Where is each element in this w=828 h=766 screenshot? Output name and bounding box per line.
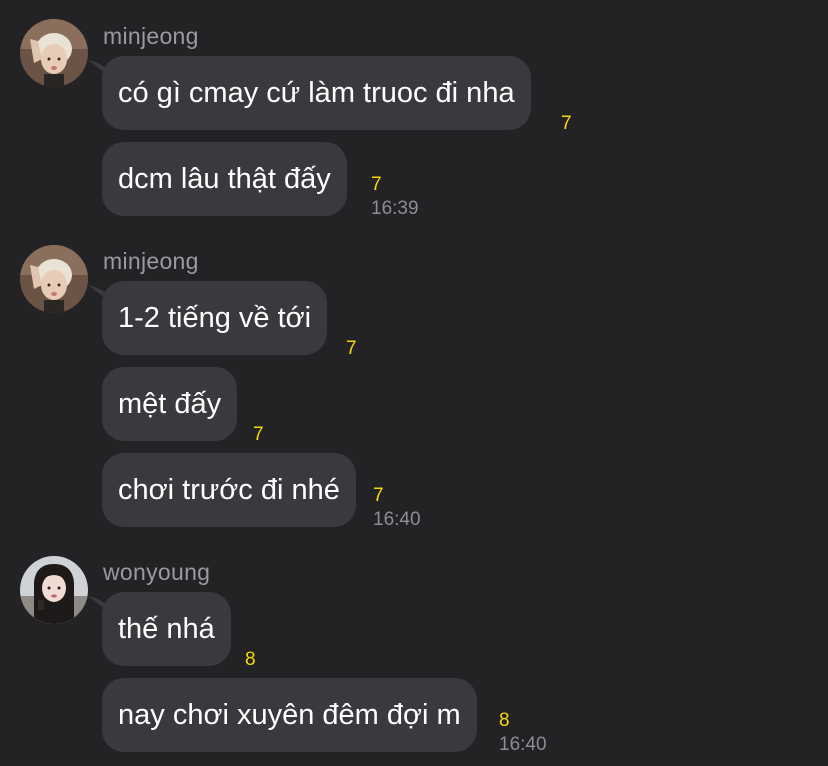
- message-text: 1-2 tiếng về tới: [118, 302, 312, 334]
- chat-message-list: minjeong có gì cmay cứ làm truoc đi nha …: [0, 0, 828, 766]
- message-bubble[interactable]: 1-2 tiếng về tới: [102, 281, 328, 355]
- unread-count: 7: [253, 424, 264, 445]
- message-bubble[interactable]: nay chơi xuyên đêm đợi m: [102, 678, 477, 752]
- sender-name: minjeong: [103, 248, 199, 274]
- message-bubble[interactable]: có gì cmay cứ làm truoc đi nha: [102, 56, 531, 130]
- message-text: mệt đấy: [118, 388, 222, 420]
- unread-count: 8: [245, 649, 256, 670]
- profile-photo-icon: [20, 19, 88, 87]
- profile-photo-icon: [20, 556, 88, 624]
- unread-count: 7: [346, 338, 357, 359]
- avatar-wonyoung[interactable]: [20, 556, 88, 624]
- message-timestamp: 16:40: [373, 509, 421, 530]
- message-text: chơi trước đi nhé: [118, 474, 340, 506]
- message-timestamp: 16:40: [499, 734, 547, 755]
- sender-name: minjeong: [103, 23, 199, 49]
- message-bubble[interactable]: dcm lâu thật đấy: [102, 142, 347, 216]
- profile-photo-icon: [20, 245, 88, 313]
- sender-name: wonyoung: [103, 559, 211, 585]
- message-text: có gì cmay cứ làm truoc đi nha: [118, 77, 515, 109]
- avatar-minjeong[interactable]: [20, 245, 88, 313]
- unread-count: 7: [373, 485, 384, 506]
- unread-count: 7: [561, 113, 572, 134]
- message-text: nay chơi xuyên đêm đợi m: [118, 699, 461, 731]
- unread-count: 7: [371, 174, 382, 195]
- unread-count: 8: [499, 710, 510, 731]
- message-text: thế nhá: [118, 613, 215, 645]
- avatar-minjeong[interactable]: [20, 19, 88, 87]
- message-timestamp: 16:39: [371, 198, 419, 219]
- message-text: dcm lâu thật đấy: [118, 163, 331, 195]
- message-bubble[interactable]: chơi trước đi nhé: [102, 453, 356, 527]
- message-bubble[interactable]: mệt đấy: [102, 367, 238, 441]
- message-bubble[interactable]: thế nhá: [102, 592, 231, 666]
